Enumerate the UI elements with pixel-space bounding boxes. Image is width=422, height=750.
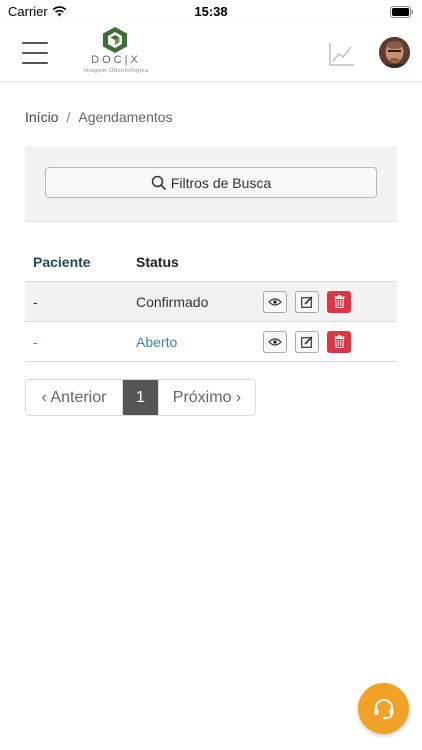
trash-icon <box>334 295 344 308</box>
logo-subtitle: Imagem Odontológica <box>83 68 149 74</box>
edit-button[interactable] <box>295 290 319 313</box>
search-icon <box>151 175 166 190</box>
pagination-prev-button[interactable]: ‹ Anterior <box>26 380 123 415</box>
pagination-page-1[interactable]: 1 <box>123 380 158 415</box>
column-header-paciente: Paciente <box>33 253 91 270</box>
hamburger-icon[interactable] <box>22 42 48 64</box>
eye-icon <box>268 337 282 346</box>
breadcrumb-home[interactable]: Início <box>25 109 58 125</box>
logo: DOC|X Imagem Odontológica <box>78 26 154 80</box>
battery-icon <box>390 5 414 23</box>
status-bar: Carrier 15:38 <box>0 0 422 24</box>
cell-status: Confirmado <box>136 293 209 310</box>
logo-mark-icon <box>103 27 127 53</box>
edit-icon <box>301 295 313 308</box>
delete-button[interactable] <box>327 290 351 313</box>
trash-icon <box>334 335 344 348</box>
appointments-table: Paciente Status - Confirmado - Aberto <box>25 242 397 362</box>
breadcrumb-separator: / <box>66 109 71 125</box>
cell-status[interactable]: Aberto <box>136 334 263 350</box>
column-header-status: Status <box>136 253 179 270</box>
breadcrumb: Início / Agendamentos <box>25 109 173 125</box>
headset-icon <box>374 698 393 719</box>
row-actions <box>263 330 351 353</box>
clock: 15:38 <box>194 4 228 19</box>
pagination: ‹ Anterior 1 Próximo › <box>25 379 256 416</box>
avatar[interactable] <box>379 37 410 68</box>
search-filters-button[interactable]: Filtros de Busca <box>45 167 377 198</box>
row-actions <box>263 290 351 313</box>
edit-icon <box>301 335 313 348</box>
view-button[interactable] <box>263 290 287 313</box>
edit-button[interactable] <box>295 330 319 353</box>
app-header: DOC|X Imagem Odontológica <box>0 24 422 82</box>
breadcrumb-current: Agendamentos <box>78 109 173 125</box>
table-row: - Confirmado <box>25 282 397 322</box>
eye-icon <box>268 297 282 306</box>
cell-paciente[interactable]: - <box>25 334 136 350</box>
view-button[interactable] <box>263 330 287 353</box>
table-row: - Aberto <box>25 322 397 362</box>
pagination-next-button[interactable]: Próximo › <box>158 380 255 415</box>
filter-panel: Filtros de Busca <box>25 146 397 222</box>
support-button[interactable] <box>358 683 409 734</box>
delete-button[interactable] <box>327 330 351 353</box>
table-header: Paciente Status <box>25 242 397 282</box>
logo-text: DOC|X <box>91 54 141 66</box>
cell-paciente: - <box>33 293 38 310</box>
user-photo-icon <box>379 37 410 68</box>
search-filters-label: Filtros de Busca <box>170 174 272 191</box>
line-chart-icon[interactable] <box>329 42 355 66</box>
